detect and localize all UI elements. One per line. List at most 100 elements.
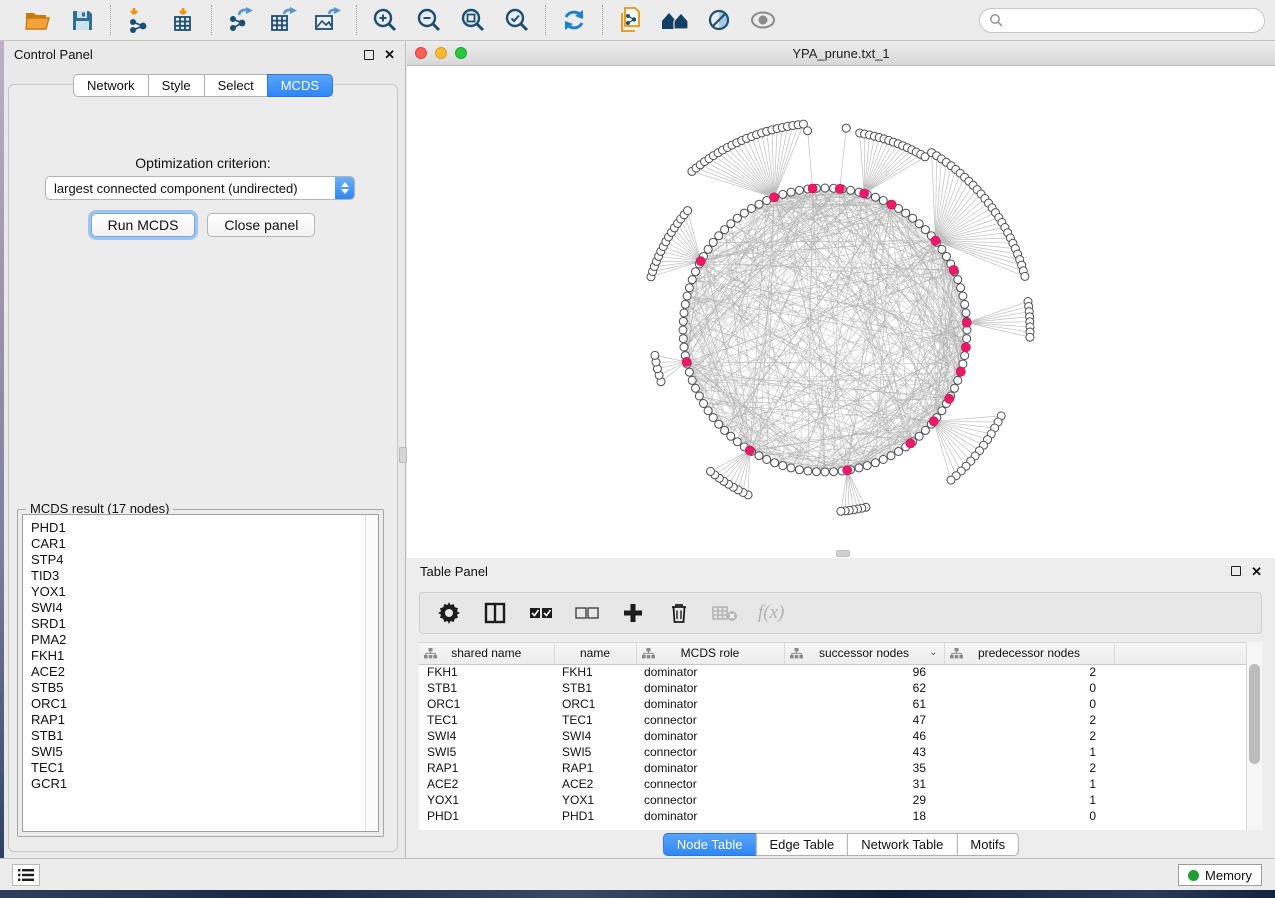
list-item[interactable]: SRD1	[31, 616, 370, 632]
open-file-button[interactable]	[23, 5, 53, 35]
list-item[interactable]: SWI5	[31, 744, 370, 760]
zoom-selected-button[interactable]	[502, 5, 532, 35]
clone-network-icon	[618, 6, 644, 34]
col-filler	[1114, 643, 1247, 664]
save-session-button[interactable]	[67, 5, 97, 35]
tab-network-table[interactable]: Network Table	[847, 833, 957, 856]
col-shared-name[interactable]: shared name	[419, 643, 554, 664]
show-elements-button[interactable]	[748, 5, 778, 35]
zoom-fit-button[interactable]	[458, 5, 488, 35]
import-table-icon	[170, 7, 196, 33]
list-item[interactable]: GCR1	[31, 776, 370, 792]
tab-mcds[interactable]: MCDS	[267, 74, 333, 97]
main-toolbar	[0, 0, 1275, 41]
horizontal-splitter-handle[interactable]	[836, 550, 850, 557]
close-table-panel-icon[interactable]: ✕	[1251, 565, 1262, 578]
list-item[interactable]: STB5	[31, 680, 370, 696]
export-network-icon	[227, 7, 254, 33]
list-item[interactable]: CAR1	[31, 536, 370, 552]
search-field[interactable]	[979, 8, 1265, 33]
export-network-button[interactable]	[225, 5, 255, 35]
table-row[interactable]: FKH1FKH1dominator962	[419, 664, 1247, 680]
optimization-criterion-select[interactable]: largest connected component (undirected)	[45, 176, 355, 200]
import-network-button[interactable]	[124, 5, 154, 35]
col-name[interactable]: name	[554, 643, 636, 664]
hierarchy-icon	[642, 648, 655, 659]
network-titlebar[interactable]: YPA_prune.txt_1	[407, 41, 1275, 66]
clone-network-button[interactable]	[616, 5, 646, 35]
list-item[interactable]: FKH1	[31, 648, 370, 664]
task-history-button[interactable]	[12, 864, 40, 886]
table-row[interactable]: TEC1TEC1connector472	[419, 712, 1247, 728]
table-row[interactable]: SWI4SWI4dominator462	[419, 728, 1247, 744]
table-settings-button[interactable]	[436, 600, 462, 626]
list-item[interactable]: STB1	[31, 728, 370, 744]
col-predecessor-nodes[interactable]: predecessor nodes	[944, 643, 1114, 664]
table-header-row[interactable]: shared name name MCDS role successor nod…	[419, 643, 1247, 664]
hide-elements-button[interactable]	[704, 5, 734, 35]
list-item[interactable]: SWI4	[31, 600, 370, 616]
tab-style[interactable]: Style	[148, 74, 205, 97]
close-panel-button[interactable]: Close panel	[207, 213, 315, 237]
show-columns-button[interactable]	[482, 600, 508, 626]
zoom-out-button[interactable]	[414, 5, 444, 35]
table-row[interactable]: ACE2ACE2connector311	[419, 776, 1247, 792]
list-item[interactable]: ORC1	[31, 696, 370, 712]
table-row[interactable]: PHD1PHD1dominator180	[419, 808, 1247, 824]
tab-node-table[interactable]: Node Table	[663, 833, 757, 856]
apply-layout-button[interactable]	[559, 5, 589, 35]
list-item[interactable]: PHD1	[31, 520, 370, 536]
tab-motifs[interactable]: Motifs	[956, 833, 1019, 856]
zoom-selected-icon	[504, 7, 530, 33]
tab-network[interactable]: Network	[73, 74, 149, 97]
list-item[interactable]: PMA2	[31, 632, 370, 648]
list-item[interactable]: RAP1	[31, 712, 370, 728]
table-row[interactable]: YOX1YOX1connector291	[419, 792, 1247, 808]
select-all-button[interactable]	[528, 600, 554, 626]
add-column-button[interactable]	[620, 600, 646, 626]
list-item[interactable]: STP4	[31, 552, 370, 568]
tab-edge-table[interactable]: Edge Table	[755, 833, 848, 856]
mcds-result-list[interactable]: PHD1CAR1STP4TID3YOX1SWI4SRD1PMA2FKH1ACE2…	[22, 514, 379, 832]
hierarchy-icon	[790, 648, 803, 659]
col-successor-nodes[interactable]: successor nodes ⌄	[784, 643, 944, 664]
table-row[interactable]: RAP1RAP1dominator352	[419, 760, 1247, 776]
eye-icon	[749, 8, 777, 32]
table-row[interactable]: SWI5SWI5connector431	[419, 744, 1247, 760]
control-panel: Control Panel ✕ Network Style Select MCD…	[4, 41, 406, 858]
import-table-button[interactable]	[168, 5, 198, 35]
col-mcds-role[interactable]: MCDS role	[636, 643, 784, 664]
float-panel-icon[interactable]	[364, 50, 374, 60]
memory-status-dot	[1188, 870, 1199, 881]
columns-icon	[484, 602, 506, 624]
zoom-in-icon	[372, 7, 398, 33]
mcds-list-scrollbar[interactable]	[365, 515, 378, 831]
search-icon	[989, 13, 1003, 27]
table-row[interactable]: ORC1ORC1dominator610	[419, 696, 1247, 712]
search-input[interactable]	[1003, 13, 1255, 27]
deselect-all-button[interactable]	[574, 600, 600, 626]
list-item[interactable]: TID3	[31, 568, 370, 584]
vertical-splitter-handle[interactable]	[399, 447, 407, 463]
network-canvas[interactable]	[407, 66, 1275, 558]
run-mcds-button[interactable]: Run MCDS	[91, 213, 196, 237]
export-image-button[interactable]	[313, 5, 343, 35]
home-views-button[interactable]	[660, 5, 690, 35]
node-table-body: FKH1FKH1dominator962STB1STB1dominator620…	[419, 664, 1247, 824]
float-table-panel-icon[interactable]	[1231, 566, 1241, 576]
network-graph-svg	[407, 66, 1275, 558]
list-item[interactable]: ACE2	[31, 664, 370, 680]
memory-button[interactable]: Memory	[1178, 864, 1262, 886]
tab-select[interactable]: Select	[204, 74, 268, 97]
delete-column-button[interactable]	[666, 600, 692, 626]
hide-slash-icon	[706, 7, 732, 33]
table-scrollbar-thumb[interactable]	[1249, 664, 1260, 764]
close-panel-icon[interactable]: ✕	[384, 48, 395, 61]
table-row[interactable]: STB1STB1dominator620	[419, 680, 1247, 696]
table-scrollbar[interactable]	[1246, 642, 1262, 830]
list-item[interactable]: TEC1	[31, 760, 370, 776]
list-item[interactable]: YOX1	[31, 584, 370, 600]
export-table-button[interactable]	[269, 5, 299, 35]
sort-descending-icon: ⌄	[929, 647, 937, 658]
zoom-in-button[interactable]	[370, 5, 400, 35]
